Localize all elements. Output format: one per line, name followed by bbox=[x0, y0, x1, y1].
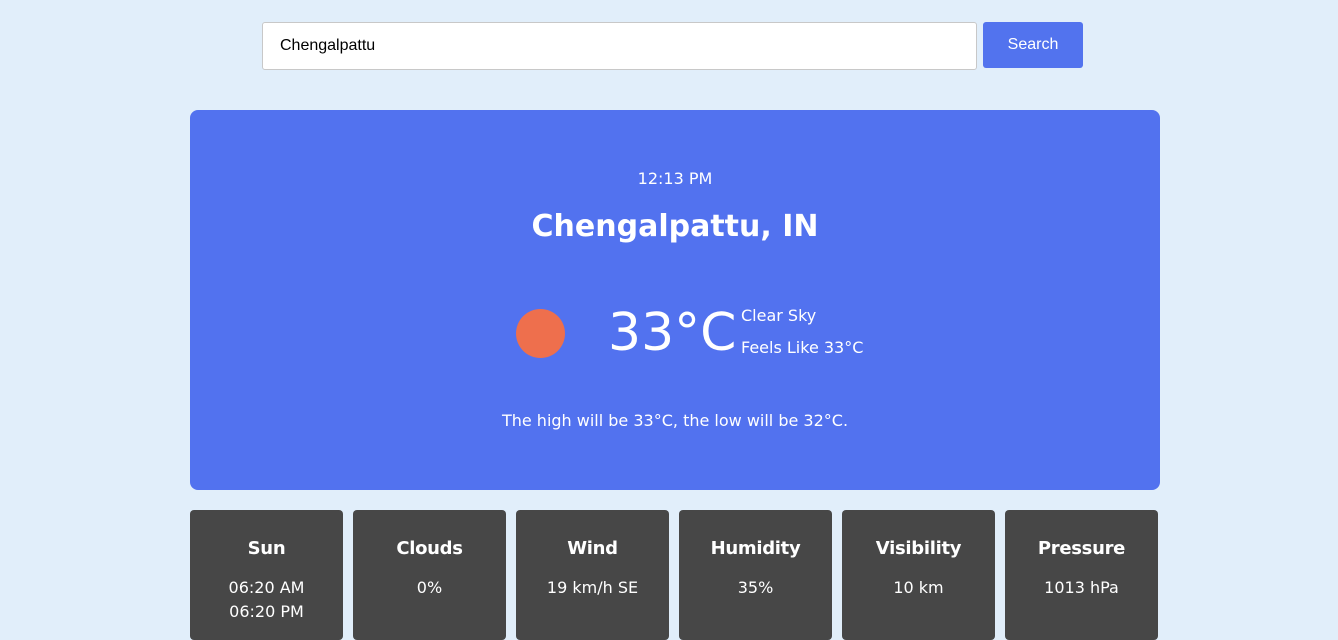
tile-title: Wind bbox=[567, 538, 618, 559]
humidity-value: 35% bbox=[737, 578, 774, 597]
tile-title: Sun bbox=[247, 538, 286, 559]
current-weather-card: 12:13 PM Chengalpattu, IN 33°C Clear Sky… bbox=[190, 110, 1160, 490]
tile-pressure: Pressure 1013 hPa bbox=[1005, 510, 1158, 640]
visibility-value: 10 km bbox=[893, 578, 944, 597]
clouds-value: 0% bbox=[416, 578, 443, 597]
weather-detail-tiles: Sun 06:20 AM 06:20 PM Clouds 0% Wind 19 … bbox=[190, 510, 1158, 640]
temperature: 33°C bbox=[608, 303, 737, 363]
search-bar: Search bbox=[262, 22, 1083, 70]
sunset-time: 06:20 PM bbox=[229, 602, 304, 621]
tile-sun: Sun 06:20 AM 06:20 PM bbox=[190, 510, 343, 640]
tile-title: Clouds bbox=[396, 538, 463, 559]
tile-title: Visibility bbox=[875, 538, 962, 559]
search-input[interactable] bbox=[262, 22, 977, 70]
weather-condition: Clear Sky bbox=[741, 306, 817, 325]
pressure-value: 1013 hPa bbox=[1044, 578, 1119, 597]
tile-wind: Wind 19 km/h SE bbox=[516, 510, 669, 640]
wind-value: 19 km/h SE bbox=[546, 578, 639, 597]
tile-humidity: Humidity 35% bbox=[679, 510, 832, 640]
tile-title: Pressure bbox=[1037, 538, 1126, 559]
local-time: 12:13 PM bbox=[637, 169, 713, 188]
sunrise-time: 06:20 AM bbox=[228, 578, 305, 597]
feels-like: Feels Like 33°C bbox=[741, 338, 864, 357]
sunrise-value: 06:20 AM 06:20 PM bbox=[190, 576, 343, 624]
tile-visibility: Visibility 10 km bbox=[842, 510, 995, 640]
tile-title: Humidity bbox=[710, 538, 801, 559]
high-low-summary: The high will be 33°C, the low will be 3… bbox=[501, 411, 849, 430]
search-button[interactable]: Search bbox=[983, 22, 1083, 68]
sun-icon bbox=[516, 309, 565, 358]
location-title: Chengalpattu, IN bbox=[531, 209, 819, 244]
tile-clouds: Clouds 0% bbox=[353, 510, 506, 640]
